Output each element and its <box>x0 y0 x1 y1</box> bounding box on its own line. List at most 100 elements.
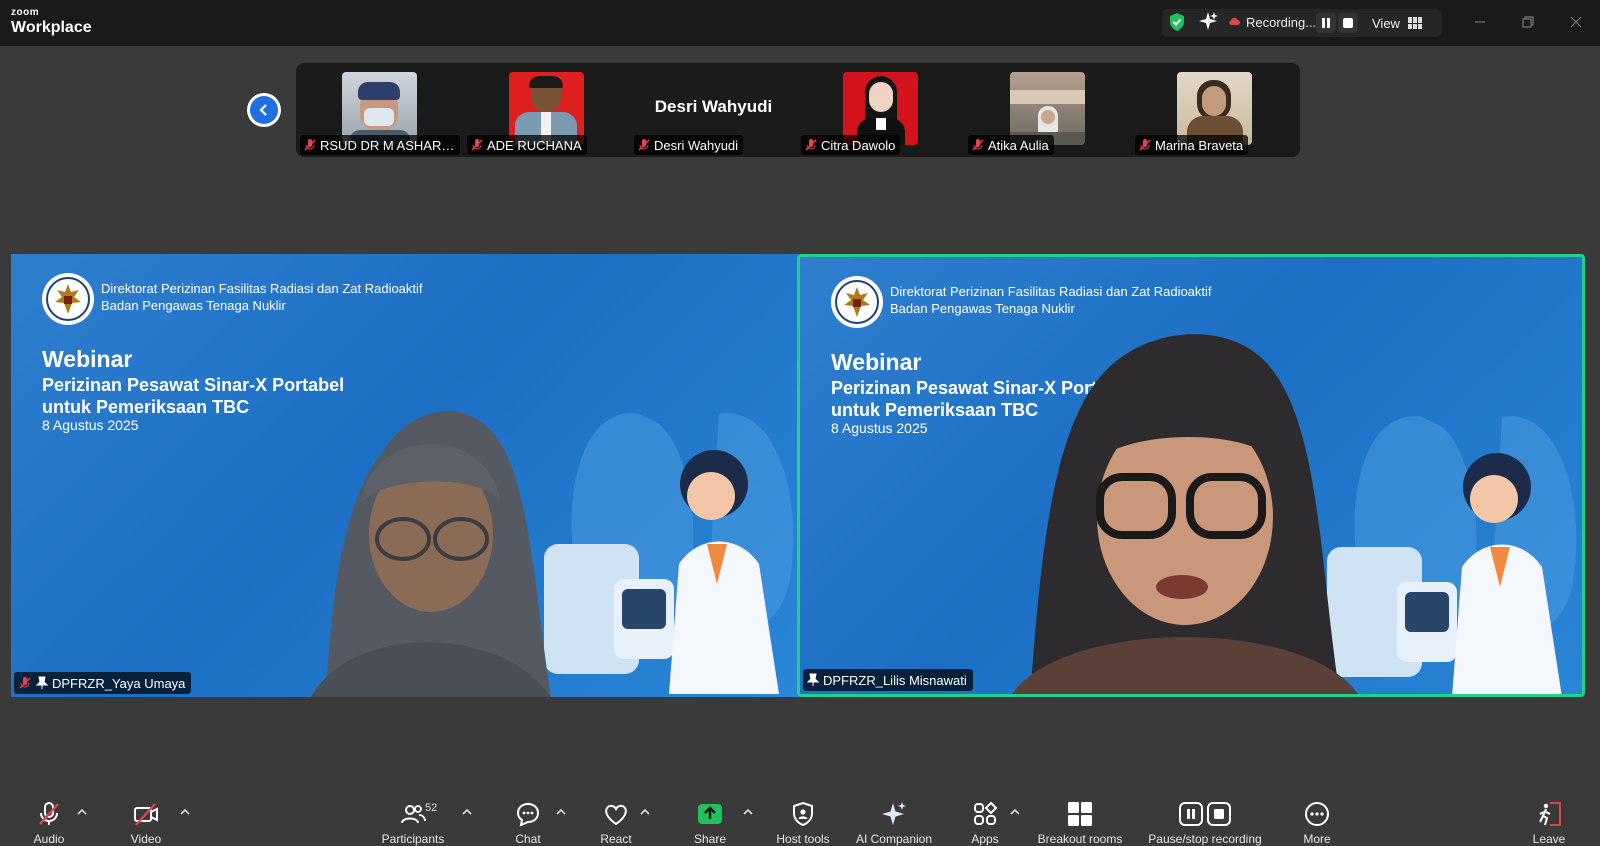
pin-icon <box>36 676 48 689</box>
more-button[interactable]: More <box>1296 786 1338 846</box>
react-button[interactable]: React <box>595 786 637 846</box>
slide-date: 8 Agustus 2025 <box>831 420 928 436</box>
apps-options-chevron-icon[interactable] <box>1010 808 1020 816</box>
participant-thumbnail[interactable]: Marina Braveta <box>1131 63 1298 157</box>
view-label: View <box>1372 15 1400 31</box>
previous-page-button[interactable] <box>247 93 281 127</box>
video-button[interactable]: Video <box>125 786 167 846</box>
mic-muted-icon <box>19 677 31 689</box>
brand-large: Workplace <box>11 19 92 36</box>
participant-name: Marina Braveta <box>1155 137 1244 153</box>
react-label: React <box>600 832 632 846</box>
slide-heading: Webinar <box>42 346 133 372</box>
participant-name-tag: ADE RUCHANA <box>467 135 587 155</box>
participants-button[interactable]: 52 Participants <box>378 786 448 846</box>
participants-count: 52 <box>425 802 438 814</box>
tile-name-tag: DPFRZR_Yaya Umaya <box>14 672 192 694</box>
audio-label: Audio <box>33 832 65 846</box>
view-button[interactable]: View <box>1372 13 1422 33</box>
breakout-rooms-label: Breakout rooms <box>1037 832 1123 846</box>
chat-button[interactable]: Chat <box>507 786 549 846</box>
shield-icon <box>793 801 813 827</box>
participant-name-tag: Desri Wahyudi <box>634 135 744 155</box>
video-off-icon <box>134 803 158 826</box>
participants-icon-wrap: 52 <box>399 800 437 828</box>
host-tools-label: Host tools <box>776 832 830 846</box>
heart-icon <box>605 804 627 826</box>
more-label: More <box>1303 832 1331 846</box>
video-tile[interactable]: Direktorat Perizinan Fasilitas Radiasi d… <box>11 254 799 697</box>
org-line-1: Direktorat Perizinan Fasilitas Radiasi d… <box>890 284 1212 299</box>
share-button[interactable]: Share <box>689 786 731 846</box>
participant-name-tag: RSUD DR M ASHARI P... <box>300 135 460 155</box>
chevron-left-icon <box>259 104 267 116</box>
apps-button[interactable]: Apps <box>964 786 1006 846</box>
participant-name: Atika Aulia <box>988 137 1049 153</box>
participant-name: Citra Dawolo <box>821 137 896 153</box>
slide-organization: Direktorat Perizinan Fasilitas Radiasi d… <box>890 283 1212 317</box>
mic-muted-icon <box>805 139 817 151</box>
breakout-rooms-button[interactable]: Breakout rooms <box>1034 786 1126 846</box>
minimize-icon[interactable] <box>1472 14 1488 30</box>
title-bar: zoom Workplace Recording... View <box>0 0 1600 46</box>
ai-companion-button[interactable]: AI Companion <box>852 786 936 846</box>
brand-small: zoom <box>11 7 40 18</box>
breakout-rooms-icon <box>1068 802 1092 826</box>
participant-thumbnail[interactable]: Citra Dawolo <box>797 63 964 157</box>
audio-options-chevron-icon[interactable] <box>77 808 87 816</box>
tile-participant-name: DPFRZR_Yaya Umaya <box>52 675 186 691</box>
video-tile-active-speaker[interactable]: Direktorat Perizinan Fasilitas Radiasi d… <box>797 254 1585 697</box>
participant-name: RSUD DR M ASHARI P... <box>320 137 455 153</box>
tile-participant-name: DPFRZR_Lilis Misnawati <box>823 672 967 688</box>
ai-companion-label: AI Companion <box>855 832 933 846</box>
ai-sparkle-icon <box>882 802 906 825</box>
participant-thumbnail[interactable]: Desri Wahyudi Desri Wahyudi <box>630 63 797 157</box>
mic-muted-icon <box>972 139 984 151</box>
participant-name: ADE RUCHANA <box>487 137 582 153</box>
video-options-chevron-icon[interactable] <box>180 808 190 816</box>
host-tools-button[interactable]: Host tools <box>772 786 834 846</box>
close-icon[interactable] <box>1568 14 1584 30</box>
recording-label: Recording... <box>1246 15 1317 30</box>
more-icon <box>1305 802 1329 826</box>
chat-options-chevron-icon[interactable] <box>556 808 566 816</box>
stop-recording-button[interactable] <box>1338 13 1358 33</box>
participants-label: Participants <box>381 832 445 846</box>
pause-recording-button[interactable] <box>1316 13 1336 33</box>
chat-label: Chat <box>515 832 541 846</box>
grid-view-icon <box>1407 17 1422 29</box>
chat-icon <box>516 802 540 827</box>
org-line-2: Badan Pengawas Tenaga Nuklir <box>101 298 286 313</box>
participant-thumbnail-strip: RSUD DR M ASHARI P... ADE RUCHANA Desri … <box>296 63 1300 157</box>
org-line-2: Badan Pengawas Tenaga Nuklir <box>890 301 1075 316</box>
audio-button[interactable]: Audio <box>28 786 70 846</box>
share-options-chevron-icon[interactable] <box>743 808 753 816</box>
leave-button[interactable]: Leave <box>1528 786 1570 846</box>
mic-muted-icon <box>471 139 483 151</box>
security-shield-icon[interactable] <box>1168 12 1186 32</box>
cloud-recording-icon <box>1229 17 1240 25</box>
app-logo: zoom Workplace <box>11 8 92 36</box>
mic-muted-icon <box>1139 139 1151 151</box>
slide-date: 8 Agustus 2025 <box>42 417 139 433</box>
slide-heading: Webinar <box>831 349 922 375</box>
mic-muted-icon <box>638 139 650 151</box>
restore-icon[interactable] <box>1520 14 1536 30</box>
mic-muted-icon <box>39 802 59 825</box>
participant-thumbnail[interactable]: RSUD DR M ASHARI P... <box>296 63 463 157</box>
apps-label: Apps <box>971 832 999 846</box>
participant-name-tag: Citra Dawolo <box>801 135 901 155</box>
participant-display-name: Desri Wahyudi <box>654 97 773 116</box>
participant-video-feed <box>231 384 621 697</box>
meeting-toolbar: Audio Video 52 Participants Chat React S… <box>0 786 1600 846</box>
participant-thumbnail[interactable]: ADE RUCHANA <box>463 63 630 157</box>
participants-options-chevron-icon[interactable] <box>462 808 472 816</box>
participant-thumbnail[interactable]: Atika Aulia <box>964 63 1131 157</box>
ai-sparkle-icon[interactable] <box>1198 11 1218 31</box>
video-label: Video <box>130 832 162 846</box>
react-options-chevron-icon[interactable] <box>640 808 650 816</box>
pause-stop-recording-label: Pause/stop recording <box>1148 832 1262 846</box>
org-line-1: Direktorat Perizinan Fasilitas Radiasi d… <box>101 281 423 296</box>
pause-stop-recording-icon <box>1179 802 1231 826</box>
pause-stop-recording-button[interactable]: Pause/stop recording <box>1142 786 1268 846</box>
